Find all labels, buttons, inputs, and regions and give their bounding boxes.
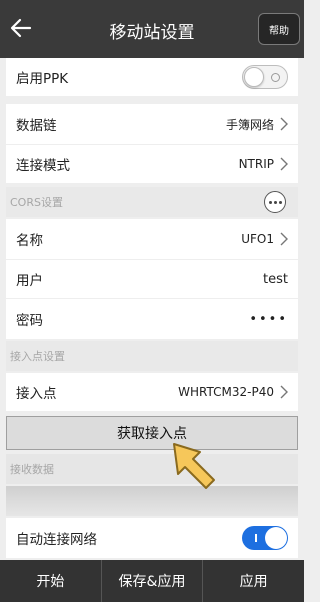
mountpoint-section-title: 接入点设置 [10, 350, 65, 363]
more-options-button[interactable] [264, 191, 286, 213]
start-button[interactable]: 开始 [0, 560, 102, 602]
name-value: UFO1 [241, 232, 274, 246]
chevron-right-icon [280, 117, 288, 131]
datalink-value: 手簿网络 [225, 117, 274, 132]
user-value[interactable]: test [263, 272, 288, 287]
help-button[interactable]: 帮助 [258, 13, 300, 45]
chevron-right-icon [280, 157, 288, 171]
name-row[interactable]: 名称 UFO1 [6, 219, 298, 259]
datalink-row[interactable]: 数据链 手簿网络 [6, 104, 298, 144]
ppk-toggle[interactable] [242, 65, 288, 89]
receive-section-title: 接收数据 [10, 463, 54, 476]
password-row[interactable]: 密码 •••• [6, 299, 298, 339]
toggle-on-indicator [255, 534, 257, 542]
cors-section-header: CORS设置 [6, 187, 298, 217]
more-icon-dot [268, 200, 272, 204]
more-icon-dot [278, 200, 282, 204]
password-value[interactable]: •••• [249, 312, 288, 327]
connection-mode-label: 连接模式 [16, 158, 70, 174]
apply-button[interactable]: 应用 [203, 560, 304, 602]
bottom-action-bar: 开始 保存&应用 应用 [0, 560, 304, 602]
auto-connect-toggle[interactable] [242, 526, 288, 550]
connection-mode-value: NTRIP [238, 157, 274, 171]
toggle-knob [244, 67, 264, 87]
password-label: 密码 [16, 313, 43, 329]
mountpoint-label: 接入点 [16, 386, 57, 402]
chevron-right-icon [280, 385, 288, 399]
user-label: 用户 [16, 273, 43, 289]
mountpoint-value: WHRTCM32-P40 [178, 385, 274, 399]
chevron-right-icon [280, 232, 288, 246]
ppk-row: 启用PPK [6, 58, 298, 96]
more-icon-dot [273, 200, 277, 204]
ppk-label: 启用PPK [16, 71, 69, 87]
connection-mode-row[interactable]: 连接模式 NTRIP [6, 145, 298, 183]
mountpoint-section-header: 接入点设置 [6, 341, 298, 371]
auto-connect-label: 自动连接网络 [16, 532, 97, 548]
auto-connect-row: 自动连接网络 [6, 518, 298, 558]
user-row[interactable]: 用户 test [6, 260, 298, 298]
toggle-off-indicator [271, 73, 280, 82]
mountpoint-row[interactable]: 接入点 WHRTCM32-P40 [6, 373, 298, 411]
receive-section-header: 接收数据 [6, 454, 298, 484]
receive-data-area [6, 486, 298, 516]
datalink-label: 数据链 [16, 118, 57, 134]
name-label: 名称 [16, 233, 43, 249]
cors-section-title: CORS设置 [10, 196, 63, 209]
get-mountpoint-button[interactable]: 获取接入点 [6, 416, 298, 450]
save-apply-button[interactable]: 保存&应用 [102, 560, 204, 602]
pointer-arrow-icon [173, 443, 215, 489]
toggle-knob [265, 527, 287, 549]
header-bar: 移动站设置 帮助 [0, 0, 304, 58]
